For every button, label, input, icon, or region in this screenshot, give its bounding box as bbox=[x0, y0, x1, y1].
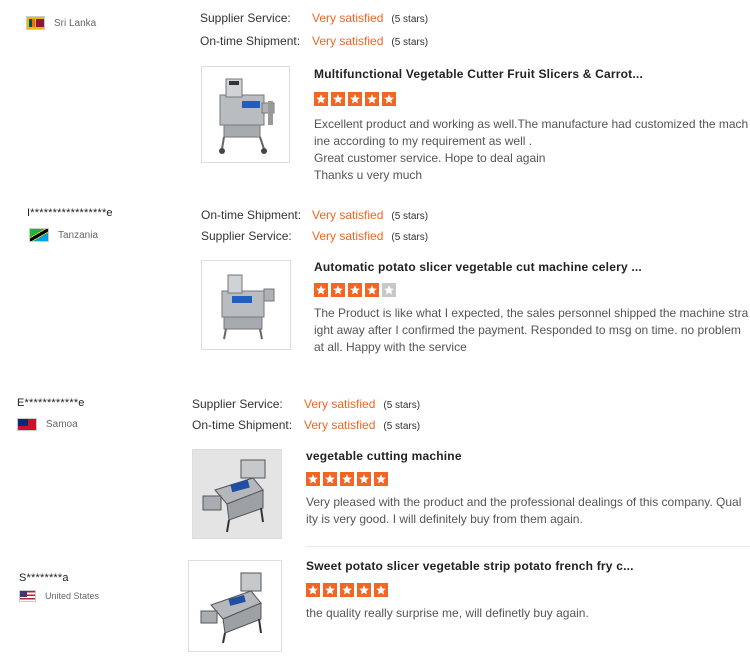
rating-stars-text: (5 stars) bbox=[391, 211, 429, 222]
rating-label: On-time Shipment: bbox=[192, 418, 293, 432]
star-icon bbox=[365, 283, 379, 297]
star-icon bbox=[340, 472, 354, 486]
rating-label: Supplier Service: bbox=[201, 229, 292, 243]
buyer-username: S********a bbox=[19, 572, 69, 584]
rating-label: On-time Shipment: bbox=[201, 208, 302, 222]
rating-value: Very satisfied bbox=[312, 34, 384, 48]
rating-row: Supplier Service: Very satisfied (5 stars) bbox=[200, 11, 428, 27]
samoa-flag-icon bbox=[17, 418, 37, 431]
star-icon bbox=[374, 472, 388, 486]
product-thumbnail[interactable] bbox=[201, 260, 291, 350]
review-text: Very pleased with the product and the pr… bbox=[306, 495, 742, 526]
product-thumbnail[interactable] bbox=[188, 560, 282, 652]
star-icon bbox=[331, 92, 345, 106]
rating-label: Supplier Service: bbox=[192, 397, 283, 411]
rating-row: Supplier Service: Very satisfied (5 stars) bbox=[192, 397, 420, 413]
star-icon bbox=[374, 583, 388, 597]
star-icon bbox=[357, 583, 371, 597]
united-states-flag-icon bbox=[19, 590, 36, 602]
country-name: Sri Lanka bbox=[54, 17, 97, 29]
country-name: Tanzania bbox=[58, 229, 99, 241]
buyer-username: E************e bbox=[17, 397, 85, 409]
star-icon bbox=[348, 283, 362, 297]
slicer-machine-image bbox=[219, 78, 275, 154]
review-text: The Product is like what I expected, the… bbox=[314, 306, 749, 354]
rating-stars-text: (5 stars) bbox=[391, 14, 429, 25]
rating-stars-text: (5 stars) bbox=[391, 37, 429, 48]
star-icon bbox=[348, 92, 362, 106]
buyer-country: United States bbox=[19, 590, 99, 602]
rating-value: Very satisfied bbox=[304, 397, 376, 411]
review-stars bbox=[314, 92, 396, 106]
star-icon bbox=[323, 472, 337, 486]
rating-value: Very satisfied bbox=[304, 418, 376, 432]
rating-stars-text: (5 stars) bbox=[383, 400, 421, 411]
review-stars bbox=[314, 283, 396, 297]
rating-stars-text: (5 stars) bbox=[383, 421, 421, 432]
buyer-username: I*****************e bbox=[27, 207, 113, 219]
review-text: Excellent product and working as well.Th… bbox=[314, 117, 749, 182]
rating-value: Very satisfied bbox=[312, 11, 384, 25]
star-icon bbox=[331, 283, 345, 297]
slicer-machine-image bbox=[193, 450, 281, 538]
star-icon bbox=[365, 92, 379, 106]
rating-row: On-time Shipment: Very satisfied (5 stars) bbox=[200, 34, 428, 50]
product-title[interactable]: Sweet potato slicer vegetable strip pota… bbox=[306, 559, 634, 573]
star-icon bbox=[314, 283, 328, 297]
rating-value: Very satisfied bbox=[312, 229, 384, 243]
product-title[interactable]: Automatic potato slicer vegetable cut ma… bbox=[314, 260, 642, 274]
country-name: Samoa bbox=[46, 419, 78, 430]
country-name: United States bbox=[45, 591, 100, 601]
star-icon bbox=[306, 583, 320, 597]
rating-row: On-time Shipment: Very satisfied (5 stars) bbox=[201, 208, 428, 224]
product-thumbnail[interactable] bbox=[201, 66, 290, 163]
slicer-machine-image bbox=[221, 274, 275, 340]
buyer-country: Sri Lanka bbox=[26, 16, 96, 30]
rating-row: On-time Shipment: Very satisfied (5 stars) bbox=[192, 418, 420, 434]
rating-row: Supplier Service: Very satisfied (5 stars) bbox=[201, 229, 428, 245]
star-icon bbox=[306, 472, 320, 486]
star-icon bbox=[340, 583, 354, 597]
rating-label: Supplier Service: bbox=[200, 11, 291, 25]
star-icon bbox=[323, 583, 337, 597]
product-thumbnail[interactable] bbox=[192, 449, 282, 539]
rating-value: Very satisfied bbox=[312, 208, 384, 222]
buyer-country: Tanzania bbox=[29, 228, 98, 242]
review-stars bbox=[306, 583, 388, 597]
rating-label: On-time Shipment: bbox=[200, 34, 301, 48]
review-divider bbox=[306, 546, 750, 547]
star-icon bbox=[357, 472, 371, 486]
tanzania-flag-icon bbox=[29, 228, 49, 242]
star-icon bbox=[382, 92, 396, 106]
star-icon bbox=[314, 92, 328, 106]
slicer-machine-image bbox=[200, 572, 262, 644]
sri-lanka-flag-icon bbox=[26, 16, 45, 30]
buyer-country: Samoa bbox=[17, 418, 78, 431]
review-text: the quality really surprise me, will def… bbox=[306, 606, 589, 620]
product-title[interactable]: Multifunctional Vegetable Cutter Fruit S… bbox=[314, 67, 643, 81]
product-title[interactable]: vegetable cutting machine bbox=[306, 449, 462, 463]
rating-stars-text: (5 stars) bbox=[391, 232, 429, 243]
review-stars bbox=[306, 472, 388, 486]
star-empty-icon bbox=[382, 283, 396, 297]
